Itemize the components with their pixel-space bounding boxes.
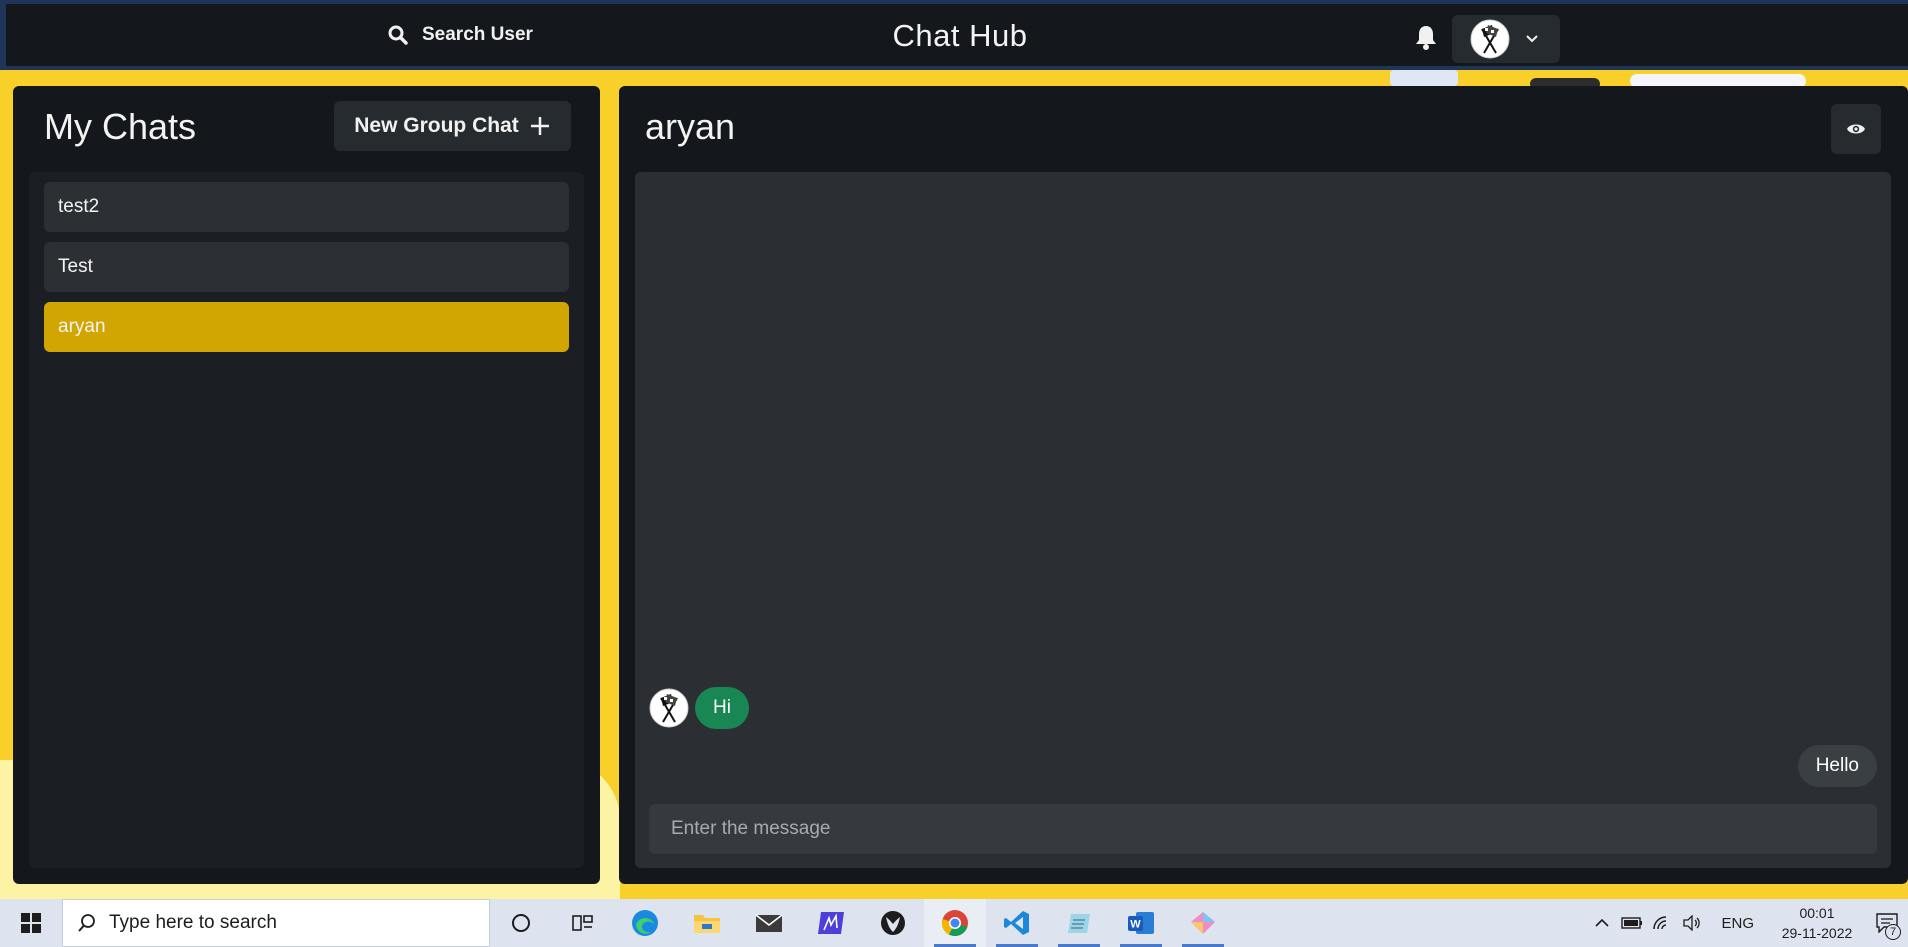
notification-count-badge: 7 <box>1885 924 1901 940</box>
chat-item-aryan[interactable]: aryan <box>44 302 569 352</box>
mail-button[interactable] <box>738 899 800 947</box>
chrome-icon <box>941 910 968 936</box>
word-button[interactable]: W <box>1110 899 1172 947</box>
message-input[interactable] <box>649 804 1877 854</box>
new-group-chat-button[interactable]: New Group Chat <box>334 101 571 151</box>
wifi-icon <box>1653 916 1667 930</box>
xbox-icon <box>881 911 905 935</box>
clock-time: 00:01 <box>1799 905 1835 921</box>
chevron-up-icon <box>1595 918 1610 927</box>
vscode-icon <box>1004 911 1029 935</box>
drawing-app-icon <box>1191 912 1215 934</box>
sender-avatar <box>649 688 689 728</box>
show-hidden-icons-button[interactable] <box>1587 899 1617 947</box>
message-bubble-outgoing: Hello <box>1797 745 1877 787</box>
chat-title: aryan <box>645 106 736 147</box>
my-chats-title: My Chats <box>44 106 197 147</box>
speaker-icon <box>1683 915 1701 931</box>
search-icon <box>78 914 95 932</box>
eye-icon <box>1847 124 1865 134</box>
battery-button[interactable] <box>1617 899 1647 947</box>
plus-icon <box>530 117 549 135</box>
bell-icon[interactable] <box>1414 24 1438 50</box>
message-row-incoming: Hi <box>649 687 749 729</box>
file-explorer-icon <box>694 915 720 933</box>
windows-taskbar: Type here to search W ENG 00:01 29-11-20… <box>0 899 1908 947</box>
clock[interactable]: 00:01 29-11-2022 <box>1768 903 1866 943</box>
start-button[interactable] <box>0 899 62 947</box>
my-chats-panel: My Chats New Group Chat test2 Test aryan <box>13 86 600 884</box>
svg-text:W: W <box>1130 919 1141 931</box>
chat-item-test2[interactable]: test2 <box>44 182 569 232</box>
notepad-icon <box>1068 914 1090 933</box>
profile-menu-button[interactable] <box>1452 15 1560 63</box>
edge-icon <box>632 910 658 936</box>
vscode-button[interactable] <box>986 899 1048 947</box>
volume-button[interactable] <box>1677 899 1707 947</box>
wallpaper-shape <box>1390 70 1458 86</box>
task-view-icon <box>572 915 593 931</box>
clock-date: 29-11-2022 <box>1781 925 1853 941</box>
windows-icon <box>21 913 41 933</box>
new-group-chat-label: New Group Chat <box>354 114 519 137</box>
notepad-button[interactable] <box>1048 899 1110 947</box>
battery-icon <box>1621 917 1643 929</box>
cortana-icon <box>512 914 530 932</box>
app-header: Search User Chat Hub <box>0 0 1908 70</box>
task-view-button[interactable] <box>552 899 614 947</box>
avatar <box>1470 19 1510 59</box>
taskbar-search-placeholder: Type here to search <box>109 912 277 933</box>
message-bubble-incoming: Hi <box>695 687 749 729</box>
chat-item-test[interactable]: Test <box>44 242 569 292</box>
messages-area: Hi Hello <box>635 172 1891 868</box>
word-icon: W <box>1128 912 1154 934</box>
chat-list: test2 Test aryan <box>29 172 584 868</box>
drawing-app-button[interactable] <box>1172 899 1234 947</box>
chrome-button[interactable] <box>924 899 986 947</box>
network-button[interactable] <box>1647 899 1677 947</box>
system-tray: ENG 00:01 29-11-2022 7 <box>1587 899 1908 947</box>
chevron-down-icon <box>1526 35 1538 43</box>
header-bar: Search User Chat Hub <box>6 4 1908 66</box>
view-profile-button[interactable] <box>1831 104 1881 154</box>
mail-icon <box>755 914 783 932</box>
sketchbook-icon <box>818 912 844 934</box>
chat-panel: aryan Hi Hello <box>619 86 1908 884</box>
xbox-button[interactable] <box>862 899 924 947</box>
cortana-button[interactable] <box>490 899 552 947</box>
file-explorer-button[interactable] <box>676 899 738 947</box>
language-indicator[interactable]: ENG <box>1707 915 1768 932</box>
app-title: Chat Hub <box>892 18 1028 53</box>
action-center-button[interactable]: 7 <box>1866 899 1908 947</box>
edge-button[interactable] <box>614 899 676 947</box>
taskbar-search-box[interactable]: Type here to search <box>62 899 490 947</box>
sketchbook-button[interactable] <box>800 899 862 947</box>
